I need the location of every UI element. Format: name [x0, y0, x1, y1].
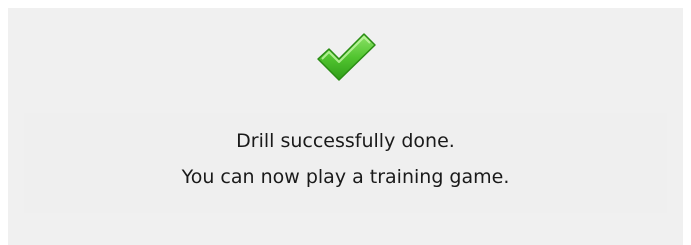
drill-complete-dialog: Drill successfully done. You can now pla…: [8, 8, 683, 245]
training-game-message: You can now play a training game.: [181, 166, 510, 188]
check-mark-icon: [317, 33, 376, 81]
success-message: Drill successfully done.: [236, 130, 455, 152]
message-area: Drill successfully done. You can now pla…: [24, 113, 667, 213]
